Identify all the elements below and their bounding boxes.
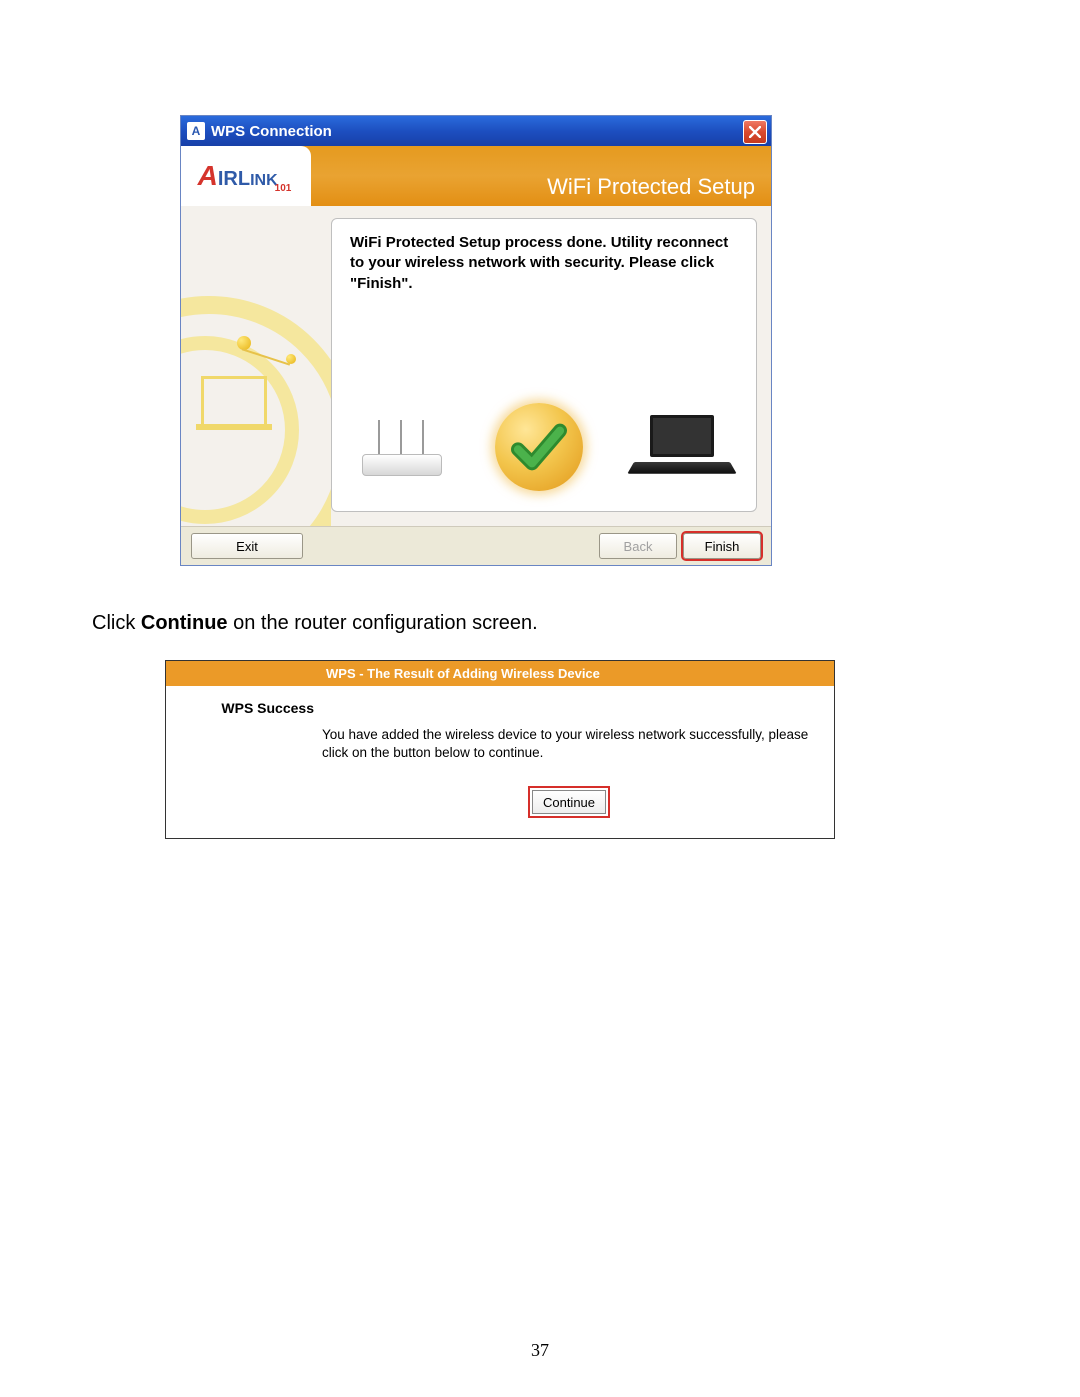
instruction-prefix: Click (92, 612, 141, 634)
wps-connection-dialog: A WPS Connection AIRLINK101 WiFi Protect… (180, 115, 772, 566)
dialog-brand-header: AIRLINK101 WiFi Protected Setup (181, 146, 771, 206)
page-number: 37 (0, 1340, 1080, 1361)
dialog-title: WPS Connection (211, 123, 332, 140)
result-body-text: You have added the wireless device to yo… (322, 726, 816, 762)
instruction-suffix: on the router configuration screen. (228, 612, 538, 634)
sidebar-decoration (181, 206, 331, 526)
instruction-bold: Continue (141, 612, 228, 634)
status-message: WiFi Protected Setup process done. Utili… (350, 233, 738, 294)
back-button: Back (599, 533, 677, 559)
dialog-header-title: WiFi Protected Setup (547, 174, 755, 200)
message-panel: WiFi Protected Setup process done. Utili… (331, 218, 757, 512)
dialog-footer: Exit Back Finish (181, 526, 771, 565)
close-icon[interactable] (743, 120, 767, 144)
app-icon: A (187, 122, 205, 140)
exit-button[interactable]: Exit (191, 533, 303, 559)
wps-result-panel: WPS - The Result of Adding Wireless Devi… (165, 660, 835, 839)
brand-logo: AIRLINK101 (181, 146, 311, 206)
instruction-text: Click Continue on the router configurati… (92, 612, 538, 635)
router-icon (356, 412, 446, 482)
laptop-icon (632, 415, 732, 480)
finish-button[interactable]: Finish (683, 533, 761, 559)
result-status-label: WPS Success (184, 700, 322, 814)
dialog-titlebar[interactable]: A WPS Connection (181, 116, 771, 146)
success-check-icon (495, 403, 583, 491)
result-panel-header: WPS - The Result of Adding Wireless Devi… (166, 661, 834, 686)
dialog-body: WiFi Protected Setup process done. Utili… (181, 206, 771, 526)
continue-button[interactable]: Continue (532, 790, 606, 814)
